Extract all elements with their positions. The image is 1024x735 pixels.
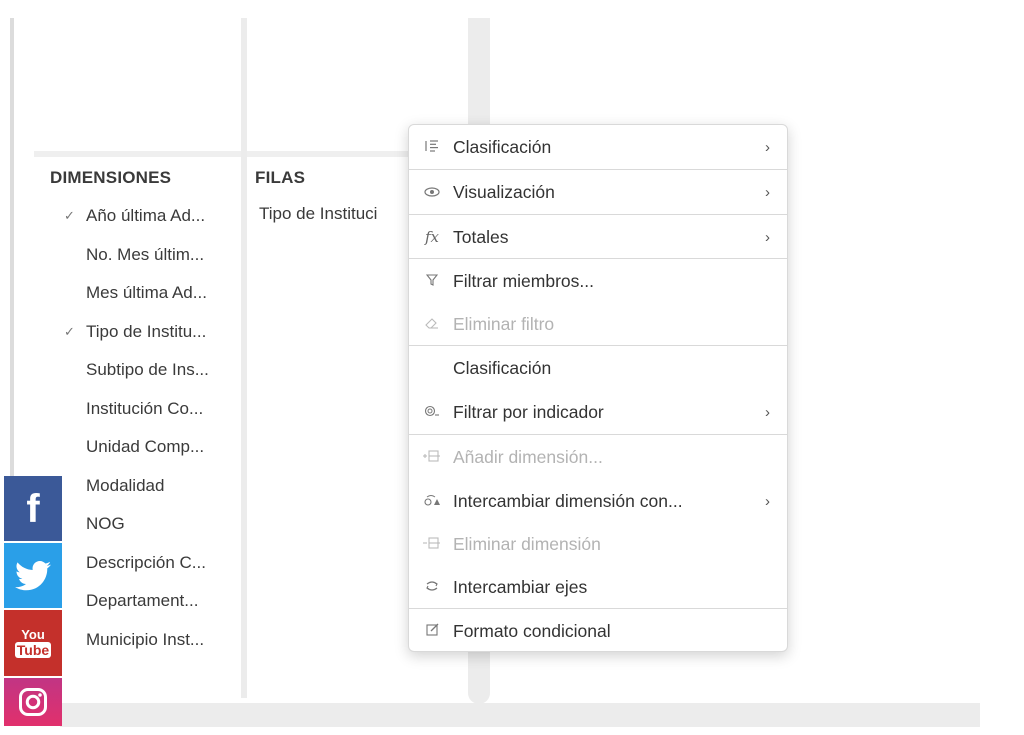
dimension-item[interactable]: NOG <box>64 505 239 543</box>
menu-item-filtrar-miembros[interactable]: Filtrar miembros... <box>409 259 787 303</box>
menu-item-visualizacion[interactable]: Visualización › <box>409 170 787 214</box>
chevron-right-icon: › <box>765 403 770 421</box>
eye-icon <box>423 185 441 200</box>
menu-item-clasificacion[interactable]: Clasificación › <box>409 125 787 169</box>
menu-item-filtrar-por-indicador[interactable]: Filtrar por indicador › <box>409 390 787 434</box>
instagram-button[interactable] <box>4 678 62 726</box>
dimension-item[interactable]: No. Mes últim... <box>64 236 239 274</box>
chevron-right-icon: › <box>765 492 770 510</box>
indicator-filter-icon <box>423 405 441 420</box>
dimension-item[interactable]: Descripción C... <box>64 544 239 582</box>
facebook-icon: f <box>26 486 40 531</box>
dimension-item[interactable]: ✓ Año última Ad... <box>64 197 239 235</box>
menu-item-clasificacion-2[interactable]: Clasificación <box>409 346 787 390</box>
dimensions-header-divider <box>34 151 241 157</box>
menu-item-eliminar-filtro[interactable]: Eliminar filtro <box>409 302 787 346</box>
instagram-icon <box>19 688 47 716</box>
youtube-button[interactable]: You Tube <box>4 610 62 676</box>
add-dimension-icon <box>423 449 441 465</box>
eraser-icon <box>423 317 441 332</box>
dimensions-header: DIMENSIONES <box>50 168 172 187</box>
menu-item-intercambiar-dimension[interactable]: Intercambiar dimensión con... › <box>409 479 787 523</box>
chevron-right-icon: › <box>765 183 770 201</box>
column-separator <box>241 18 247 698</box>
dimension-item[interactable]: Unidad Comp... <box>64 428 239 466</box>
check-icon: ✓ <box>64 208 75 223</box>
menu-item-formato-condicional[interactable]: Formato condicional <box>409 609 787 653</box>
edit-format-icon <box>423 623 441 639</box>
youtube-icon: You Tube <box>14 627 52 658</box>
dimension-item[interactable]: Institución Co... <box>64 390 239 428</box>
dimension-item[interactable]: Mes última Ad... <box>64 274 239 312</box>
dimension-item[interactable]: Departament... <box>64 582 239 620</box>
swap-dimension-icon <box>423 494 441 509</box>
left-rail <box>10 18 14 480</box>
twitter-icon <box>15 560 51 590</box>
chevron-right-icon: › <box>765 228 770 246</box>
sort-icon <box>423 139 441 155</box>
dimension-item[interactable]: Subtipo de Ins... <box>64 351 239 389</box>
bottom-bar <box>60 703 980 727</box>
context-menu: Clasificación › Visualización › fx Total… <box>408 124 788 652</box>
menu-item-intercambiar-ejes[interactable]: Intercambiar ejes <box>409 565 787 609</box>
fx-icon: fx <box>424 228 439 246</box>
swap-axes-icon <box>423 580 441 595</box>
remove-dimension-icon <box>423 536 441 552</box>
rows-header: FILAS <box>255 168 306 187</box>
row-item[interactable]: Tipo de Instituci <box>259 204 408 224</box>
facebook-button[interactable]: f <box>4 476 62 541</box>
menu-item-anadir-dimension[interactable]: Añadir dimensión... <box>409 435 787 479</box>
check-icon: ✓ <box>64 324 75 339</box>
menu-item-totales[interactable]: fx Totales › <box>409 215 787 259</box>
dimension-item[interactable]: Municipio Inst... <box>64 621 239 659</box>
dimension-item[interactable]: Modalidad <box>64 467 239 505</box>
menu-item-eliminar-dimension[interactable]: Eliminar dimensión <box>409 522 787 566</box>
chevron-right-icon: › <box>765 138 770 156</box>
dimension-item[interactable]: ✓ Tipo de Institu... <box>64 313 239 351</box>
filter-icon <box>423 273 441 289</box>
rows-header-divider <box>247 151 408 157</box>
twitter-button[interactable] <box>4 543 62 608</box>
